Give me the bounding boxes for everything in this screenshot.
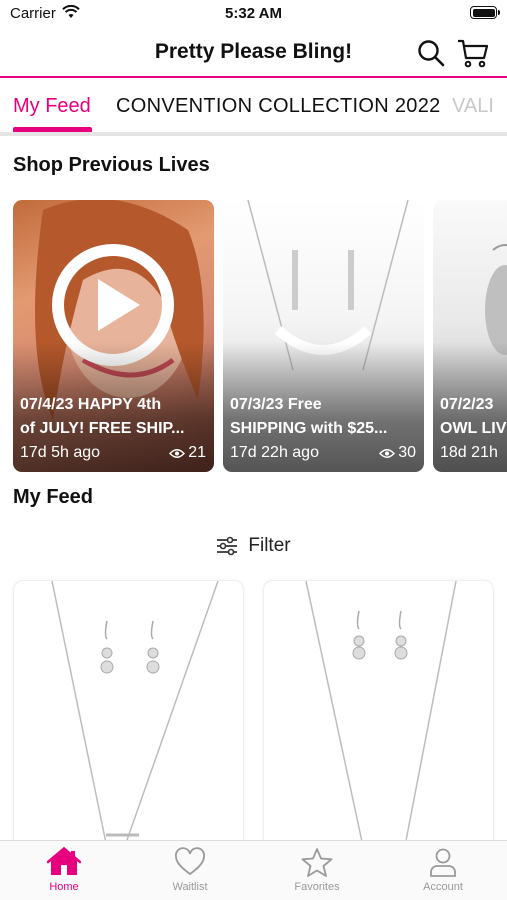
live-title-line: OWL LIV — [440, 420, 507, 437]
product-image — [51, 581, 219, 844]
tab-favorites[interactable]: Favorites — [254, 847, 380, 893]
nav-bar: Pretty Please Bling! — [0, 30, 507, 78]
view-count-value: 21 — [188, 444, 206, 461]
tab-my-feed[interactable]: My Feed — [13, 95, 91, 118]
live-title-line: 07/4/23 HAPPY 4th — [20, 396, 162, 413]
filter-icon — [217, 536, 238, 556]
tab-label: Home — [49, 881, 79, 893]
tab-indicator — [13, 127, 92, 132]
product-card[interactable] — [263, 580, 494, 850]
live-title-line: 07/3/23 Free — [230, 396, 322, 413]
eye-icon — [379, 448, 396, 458]
tab-vali[interactable]: VALI — [452, 95, 494, 118]
tab-label: Waitlist — [172, 881, 208, 893]
star-icon — [301, 848, 333, 877]
filter-label: Filter — [248, 535, 291, 556]
tab-waitlist[interactable]: Waitlist — [127, 847, 253, 893]
tab-label: Favorites — [294, 881, 340, 893]
section-title-my-feed: My Feed — [13, 486, 94, 508]
section-title-previous-lives: Shop Previous Lives — [13, 154, 210, 176]
tab-home[interactable]: Home — [1, 847, 127, 893]
view-count: 21 — [169, 444, 206, 462]
tab-convention-collection[interactable]: CONVENTION COLLECTION 2022 — [116, 95, 441, 118]
filter-button[interactable]: Filter — [0, 532, 507, 560]
home-icon — [47, 847, 81, 875]
live-card[interactable]: 07/3/23 Free SHIPPING with $25... 17d 22… — [223, 200, 424, 472]
eye-icon — [169, 448, 186, 458]
clock: 5:32 AM — [225, 5, 282, 22]
live-title: 07/3/23 Free SHIPPING with $25... — [230, 393, 416, 441]
tab-label: Account — [423, 881, 463, 893]
tab-account[interactable]: Account — [380, 847, 506, 893]
live-title-line: SHIPPING with $25... — [230, 420, 388, 437]
previous-lives-carousel[interactable]: 07/4/23 HAPPY 4th of JULY! FREE SHIP... … — [13, 200, 507, 472]
search-icon[interactable] — [416, 38, 446, 68]
bottom-tab-bar: Home Waitlist Favorites Account — [0, 840, 507, 900]
view-count-value: 30 — [398, 444, 416, 461]
live-age: 18d 21h — [440, 444, 498, 461]
live-title: 07/2/23 OWL LIV — [440, 393, 507, 441]
heart-icon — [175, 847, 205, 876]
live-card[interactable]: 07/2/23 OWL LIV 18d 21h — [433, 200, 507, 472]
category-tabs: My Feed CONVENTION COLLECTION 2022 VALI — [0, 80, 507, 136]
product-card[interactable] — [13, 580, 244, 850]
live-title-line: 07/2/23 — [440, 396, 494, 413]
live-title-line: of JULY! FREE SHIP... — [20, 420, 185, 437]
cart-icon[interactable] — [456, 36, 490, 70]
person-icon — [430, 848, 456, 877]
battery-icon — [470, 6, 500, 19]
view-count: 30 — [379, 444, 416, 462]
live-title: 07/4/23 HAPPY 4th of JULY! FREE SHIP... — [20, 393, 206, 441]
status-bar: Carrier 5:32 AM — [0, 0, 507, 30]
live-card[interactable]: 07/4/23 HAPPY 4th of JULY! FREE SHIP... … — [13, 200, 214, 472]
product-image — [305, 581, 457, 849]
